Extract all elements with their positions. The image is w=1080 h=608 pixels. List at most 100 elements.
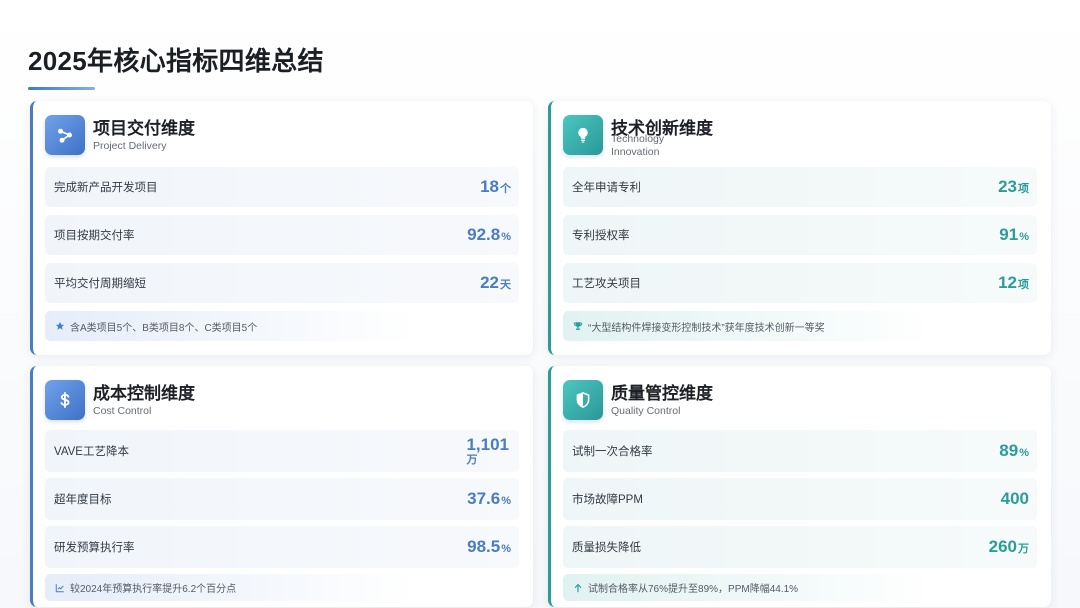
metric-value: 1,101 [466, 435, 509, 454]
metric-label: 项目按期交付率 [54, 230, 135, 242]
lightbulb-icon [563, 115, 603, 155]
page-title: 2025年核心指标四维总结 [28, 46, 324, 76]
metric-value-group: 37.6% [467, 489, 511, 509]
metric-unit: 万 [1018, 543, 1029, 555]
card-header: 项目交付维度 Project Delivery [45, 115, 519, 155]
metric-row: 研发预算执行率 98.5% [45, 526, 519, 568]
metric-row: 试制一次合格率 89% [563, 430, 1037, 472]
metric-row: 完成新产品开发项目 18 个 [45, 167, 519, 207]
metric-unit: 项 [1018, 279, 1029, 291]
quality-control-card: 质量管控维度 Quality Control 试制一次合格率 89% 市场故障P… [548, 366, 1051, 607]
metric-unit: 个 [500, 183, 511, 195]
shield-icon [563, 380, 603, 420]
card-title: 质量管控维度 [611, 383, 713, 403]
card-subtitle: Quality Control [611, 404, 681, 417]
metric-value-group: 22 天 [480, 273, 511, 293]
metric-row: 专利授权率 91% [563, 215, 1037, 255]
card-note: “大型结构件焊接变形控制技术”获年度技术创新一等奖 [563, 311, 1037, 341]
metric-unit: % [501, 543, 511, 555]
metric-value: 91 [999, 225, 1019, 244]
metric-value: 400 [1000, 489, 1029, 508]
card-heading: 项目交付维度 Project Delivery [93, 118, 195, 153]
metric-unit: % [1019, 231, 1029, 243]
card-heading: 技术创新维度 Technology Innovation [611, 118, 713, 159]
card-note: 较2024年预算执行率提升6.2个百分点 [45, 574, 519, 601]
metric-value-group: 92.8% [467, 225, 511, 245]
metric-list: VAVE工艺降本 1,101 万 超年度目标 37.6% 研发预算执行率 98.5… [45, 430, 519, 568]
metric-value-group: 18 个 [480, 177, 511, 197]
metric-label: 全年申请专利 [572, 182, 641, 194]
title-underline [28, 87, 95, 90]
note-text: 含A类项目5个、B类项目8个、C类项目5个 [70, 322, 258, 334]
card-header: 技术创新维度 Technology Innovation [563, 115, 1037, 159]
metric-row: 市场故障PPM 400 [563, 478, 1037, 520]
metric-value-group: 98.5% [467, 537, 511, 557]
metric-value: 23 [998, 177, 1017, 196]
metric-list: 试制一次合格率 89% 市场故障PPM 400 质量损失降低 260 万 [563, 430, 1037, 568]
note-text: “大型结构件焊接变形控制技术”获年度技术创新一等奖 [588, 322, 825, 334]
metric-value: 260 [988, 537, 1017, 556]
metric-row: 项目按期交付率 92.8% [45, 215, 519, 255]
metric-row: VAVE工艺降本 1,101 万 [45, 430, 519, 472]
note-text: 试制合格率从76%提升至89%，PPM降幅44.1% [588, 584, 799, 595]
metric-label: 完成新产品开发项目 [54, 182, 158, 194]
metric-value: 18 [480, 177, 499, 196]
metric-label: 超年度目标 [54, 494, 112, 506]
metric-unit: % [501, 495, 511, 507]
metric-unit: 项 [1018, 183, 1029, 195]
metric-list: 完成新产品开发项目 18 个 项目按期交付率 92.8% 平均交付周期缩短 22 天 [45, 167, 519, 303]
share-nodes-icon [45, 115, 85, 155]
metric-row: 工艺攻关项目 12 项 [563, 263, 1037, 303]
card-heading: 质量管控维度 Quality Control [611, 383, 713, 418]
card-note: 含A类项目5个、B类项目8个、C类项目5个 [45, 311, 519, 341]
metric-unit: % [1019, 447, 1029, 459]
metric-label: 平均交付周期缩短 [54, 278, 146, 290]
metric-label: 工艺攻关项目 [572, 278, 641, 290]
metric-value-group: 400 [1001, 489, 1029, 509]
star-icon [55, 321, 65, 331]
note-text: 较2024年预算执行率提升6.2个百分点 [70, 584, 237, 595]
technology-innovation-card: 技术创新维度 Technology Innovation 全年申请专利 23 项 … [548, 101, 1051, 355]
metric-row: 平均交付周期缩短 22 天 [45, 263, 519, 303]
metric-unit: % [501, 231, 511, 243]
metric-value-group: 91% [999, 225, 1029, 245]
card-subtitle: Cost Control [93, 404, 152, 417]
card-heading: 成本控制维度 Cost Control [93, 383, 195, 418]
metric-label: 试制一次合格率 [572, 446, 653, 458]
dollar-icon [45, 380, 85, 420]
metric-value: 89 [999, 441, 1019, 460]
card-title: 成本控制维度 [93, 383, 195, 403]
metric-unit: 天 [500, 279, 511, 291]
card-note: 试制合格率从76%提升至89%，PPM降幅44.1% [563, 574, 1037, 601]
metric-label: 研发预算执行率 [54, 542, 135, 554]
metric-value-group: 89% [999, 441, 1029, 461]
metric-unit: 万 [466, 454, 478, 466]
metric-label: 市场故障PPM [572, 494, 643, 506]
metric-label: 专利授权率 [572, 230, 630, 242]
metric-row: 全年申请专利 23 项 [563, 167, 1037, 207]
card-subtitle: Project Delivery [93, 139, 167, 152]
metric-value: 37.6 [467, 489, 501, 508]
metric-row: 质量损失降低 260 万 [563, 526, 1037, 568]
card-header: 成本控制维度 Cost Control [45, 380, 519, 420]
metric-row: 超年度目标 37.6% [45, 478, 519, 520]
metric-value: 98.5 [467, 537, 501, 556]
card-subtitle: Technology Innovation [611, 133, 665, 158]
cost-control-card: 成本控制维度 Cost Control VAVE工艺降本 1,101 万 超年度目… [30, 366, 533, 607]
metric-value-group: 23 项 [998, 177, 1029, 197]
card-title: 项目交付维度 [93, 118, 195, 138]
metric-value-group: 1,101 万 [466, 435, 509, 467]
metric-value-group: 12 项 [998, 273, 1029, 293]
metric-label: VAVE工艺降本 [54, 446, 129, 458]
metric-value-group: 260 万 [989, 537, 1029, 557]
card-header: 质量管控维度 Quality Control [563, 380, 1037, 420]
trophy-icon [573, 321, 583, 331]
metric-value: 22 [480, 273, 499, 292]
metric-list: 全年申请专利 23 项 专利授权率 91% 工艺攻关项目 12 项 [563, 167, 1037, 303]
project-delivery-card: 项目交付维度 Project Delivery 完成新产品开发项目 18 个 项目… [30, 101, 533, 355]
metric-value: 92.8 [467, 225, 501, 244]
metric-label: 质量损失降低 [572, 542, 641, 554]
metric-value: 12 [998, 273, 1017, 292]
chart-line-icon [55, 583, 65, 593]
arrow-up-icon [573, 583, 583, 593]
